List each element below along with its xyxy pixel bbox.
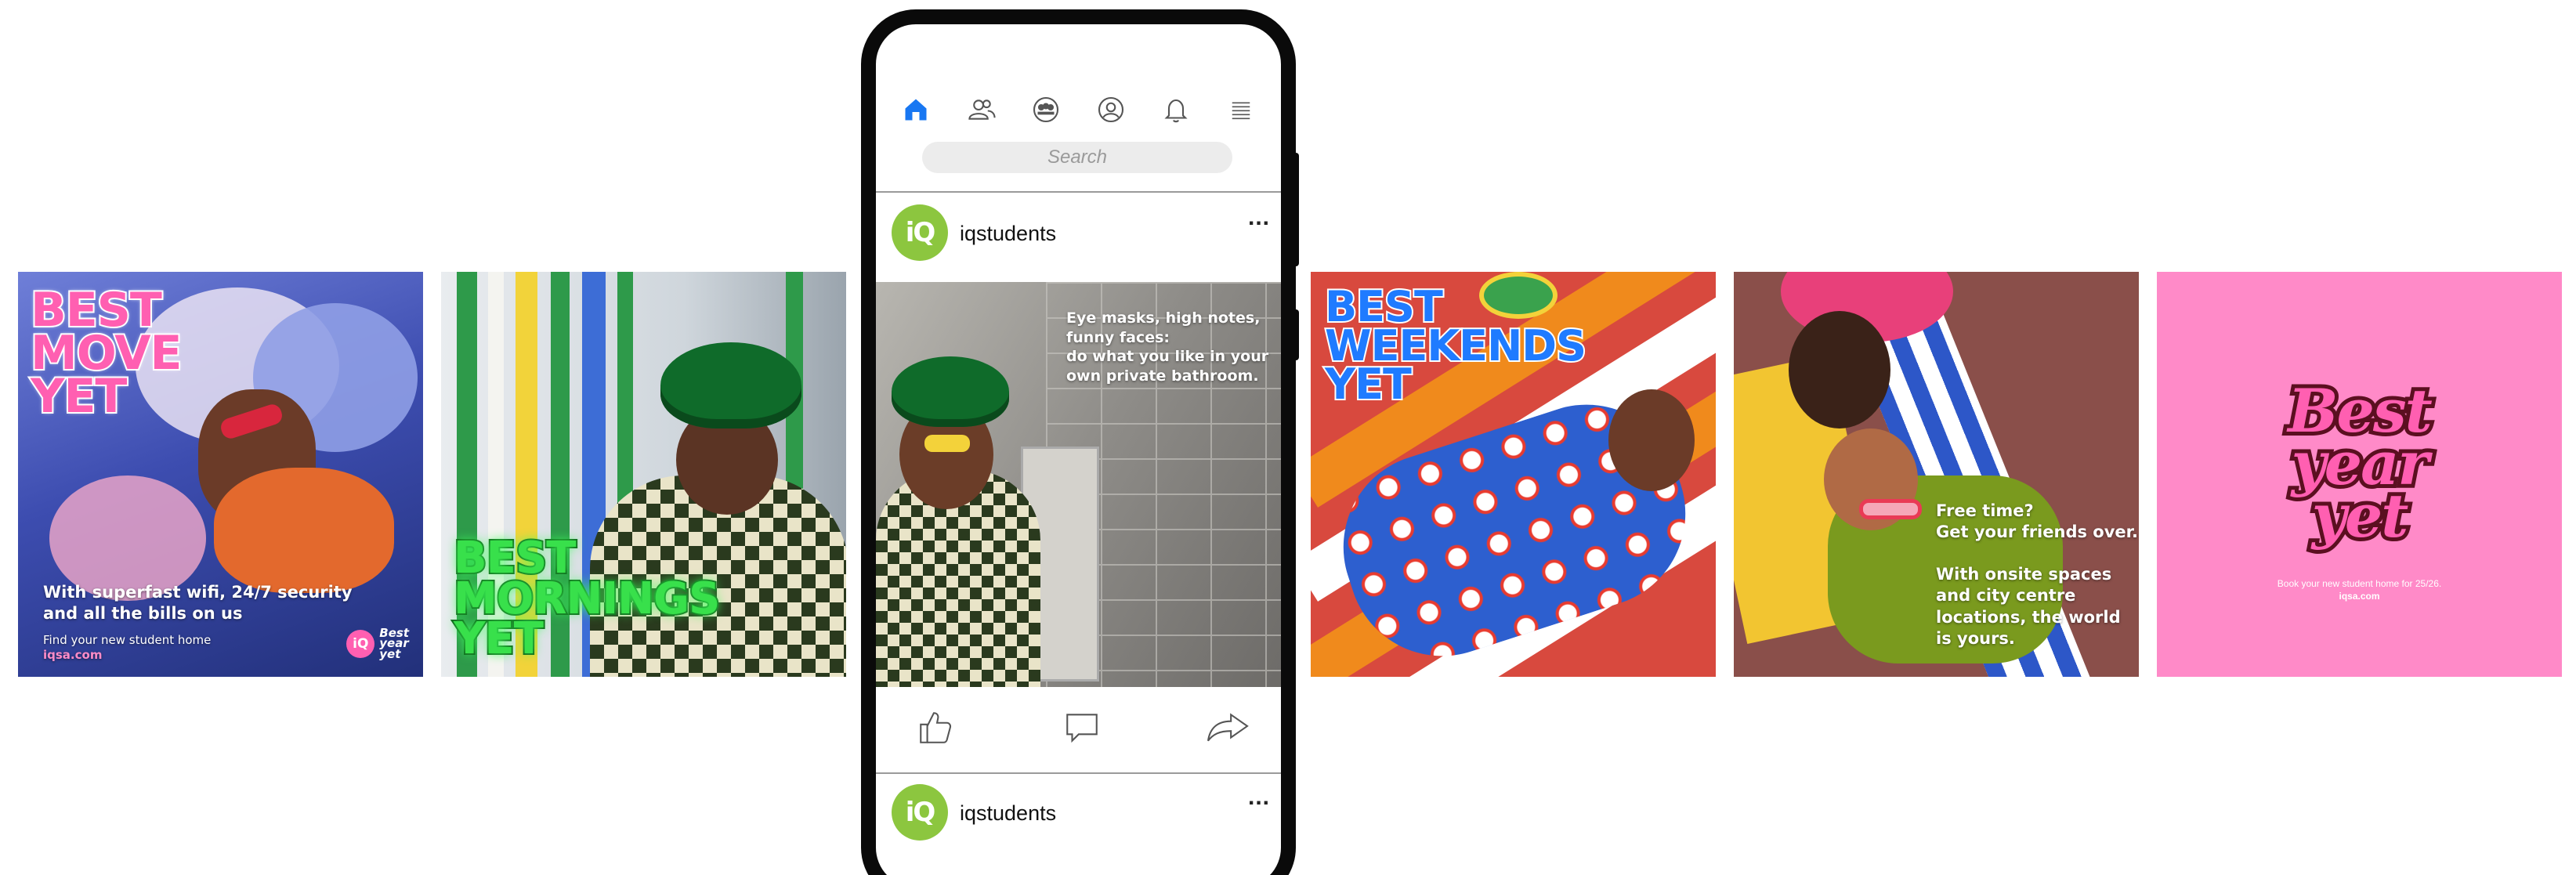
person-head (1608, 389, 1695, 491)
more-options-icon[interactable]: ... (1248, 784, 1270, 811)
ad-body-text: With superfast wifi, 24/7 security and a… (43, 583, 353, 624)
ad-headline: BEST WEEKENDS YET (1323, 282, 1588, 410)
post-image[interactable]: Eye masks, high notes, funny faces: do w… (876, 282, 1281, 687)
post-actions (876, 706, 1281, 750)
search-input[interactable]: Search (922, 142, 1232, 173)
ad-text-free-time: Free time? Get your friends over. (1936, 501, 2138, 542)
menu-icon[interactable] (1222, 91, 1260, 128)
avatar[interactable]: iQ (892, 204, 948, 261)
ad-text-onsite: With onsite spaces and city centre locat… (1936, 565, 2121, 648)
ad-url[interactable]: iqsa.com (43, 648, 102, 662)
friends-icon[interactable] (962, 91, 1000, 128)
badge-text: Best year yet (379, 625, 409, 661)
divider (876, 191, 1281, 193)
post-caption: Eye masks, high notes, funny faces: do w… (1066, 309, 1269, 385)
comment-icon[interactable] (1058, 706, 1105, 750)
ad-tile-best-mornings: BEST MORNINGS YET (441, 272, 846, 677)
post-header: iQ iqstudents ... (876, 784, 1281, 847)
ad-headline: Best year yet (2284, 376, 2436, 551)
home-icon[interactable] (897, 91, 935, 128)
person-head (1789, 311, 1890, 428)
more-options-icon[interactable]: ... (1248, 204, 1270, 231)
ad-tile-free-time: Free time? Get your friends over. With o… (1734, 272, 2139, 677)
like-icon[interactable] (912, 706, 959, 750)
ad-url[interactable]: iqsa.com (2157, 591, 2562, 602)
phone-mockup: Search iQ iqstudents ... Eye masks, high… (861, 9, 1296, 875)
ad-tile-best-year: Best year yet Book your new student home… (2157, 272, 2562, 677)
share-icon[interactable] (1204, 706, 1251, 750)
notifications-icon[interactable] (1157, 91, 1195, 128)
ad-headline: BEST MORNINGS YET (452, 533, 722, 665)
groups-icon[interactable] (1027, 91, 1065, 128)
ad-footer-text: Book your new student home for 25/26. (2277, 578, 2442, 589)
top-nav (876, 91, 1281, 128)
iq-logo-icon: iQ (346, 629, 375, 658)
eye-mask-decoration (924, 435, 970, 452)
brand-badge: iQ Best year yet (346, 625, 409, 661)
ad-tile-best-move: BEST MOVE YET With superfast wifi, 24/7 … (18, 272, 423, 677)
profile-icon[interactable] (1092, 91, 1130, 128)
sunglasses-decoration (1859, 499, 1922, 519)
person-figure (214, 468, 394, 593)
shower-cap (892, 356, 1009, 427)
avatar[interactable]: iQ (892, 784, 948, 841)
shower-cap (660, 342, 801, 428)
ad-headline: BEST MOVE YET (29, 283, 184, 425)
post-username[interactable]: iqstudents (960, 222, 1056, 246)
post-username[interactable]: iqstudents (960, 801, 1056, 826)
ad-footer-text: Find your new student home (43, 633, 212, 647)
divider (876, 772, 1281, 774)
post-header: iQ iqstudents ... (876, 204, 1281, 267)
ad-tile-best-weekends: BEST WEEKENDS YET (1311, 272, 1716, 677)
